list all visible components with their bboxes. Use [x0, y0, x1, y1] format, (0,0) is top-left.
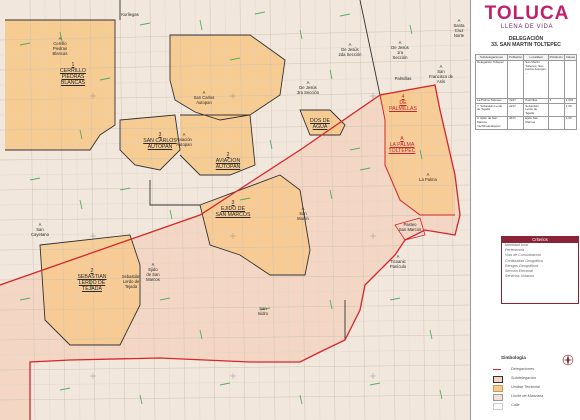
legend-label: Calle	[511, 403, 520, 407]
legend-title: Simbología	[501, 355, 526, 360]
label-dos-de-agua: DOS DE AGUA	[310, 118, 330, 130]
label-cerrillo-a: A Cerrillo Piedras Blancas	[52, 36, 68, 56]
legend-swatch	[493, 385, 503, 392]
compass-icon	[562, 354, 574, 366]
label-san-francisco: A San Francisco de Asís	[429, 64, 453, 84]
legend-swatch	[493, 376, 503, 383]
info-cell: San Martin Toltepec, San Carlos Autopan,…	[523, 59, 549, 99]
info-cell	[507, 59, 525, 99]
label-aviacion: 2 AVIACION AUTOPAN	[215, 152, 241, 170]
info-cell	[547, 115, 565, 130]
legend-swatch	[493, 403, 503, 410]
info-cell: 1.00	[563, 103, 578, 117]
info-table: Subdelegaciones Población Localidad Pobl…	[474, 54, 578, 130]
label-de-jesus-3ra: A De Jesús 3ra Sección	[296, 80, 320, 95]
brand-tagline: LLENA DE VIDA	[500, 24, 554, 30]
brand-name: TOLUCA	[484, 3, 570, 24]
delegation-heading: DELEGACIÓN 33. SAN MARTIN TOLTEPEC	[475, 36, 577, 48]
info-cell: Ejido San Marcos	[523, 115, 549, 130]
label-san-martin: A San Martin	[297, 206, 309, 221]
brand-logo: TOLUCA LLENA DE VIDA	[477, 3, 577, 31]
legend-label: Unidad Territorial	[511, 385, 540, 389]
legend-item-unidad: Unidad Territorial	[493, 384, 577, 392]
legend-item-calle: Calle	[493, 402, 577, 410]
label-pasteo: Pasteo San Marcos	[398, 222, 422, 232]
label-kuriegaas: Kurliegas	[121, 12, 139, 17]
table-row: 7. Sebastián Lerdo de Tejada 2217 Sebast…	[474, 103, 578, 117]
label-ejido-san-marcos-a: A Ejido de San Marcos	[146, 262, 160, 282]
info-cell	[547, 103, 565, 117]
info-cell: Sebastián Lerdo de Tejada	[523, 103, 549, 117]
legend-swatch	[493, 369, 501, 370]
table-row: 3. Ejido de San Marcos Yachihuacaltepec …	[474, 115, 578, 130]
label-ejido-san-marcos: 3 EJIDO DE SAN MARCOS	[215, 200, 251, 218]
info-cell: 1.00	[563, 115, 578, 130]
legend-label: Subdelegación	[511, 376, 537, 380]
table-row: Delegación Toltepec San Martin Toltepec,…	[474, 59, 578, 99]
label-aviacion-a: A Aviación Autopan	[176, 132, 192, 147]
label-santa-cruz-norte: A Santa Cruz Norte	[453, 18, 465, 38]
info-cell: 3. Ejido de San Marcos Yachihuacaltepec	[474, 115, 509, 130]
label-san-cayetano: A San Cayetano	[31, 222, 49, 237]
label-cerrillo: 1 CERRILLO PIEDRAS BLANCAS	[60, 62, 86, 86]
label-de-jesus-2da: A De Jesús 2da Sección	[338, 42, 362, 57]
label-san-carlos-a: A San Carlos Autopan	[193, 90, 215, 105]
delegation-name: 33. SAN MARTIN TOLTEPEC	[491, 42, 561, 48]
label-ticoanic: A Ticoanic Panículo	[389, 254, 407, 269]
legend-item-manzana: Límite de Manzana	[493, 393, 577, 401]
label-palmillas-a: Palmillas	[394, 76, 412, 81]
map-canvas[interactable]: Kurliegas A Cerrillo Piedras Blancas 1 C…	[0, 0, 470, 420]
label-la-palma: A La Palma	[419, 172, 437, 182]
criteria-box: Criterios Identidad local Pertenencia Ví…	[501, 236, 579, 304]
info-cell: Delegación Toltepec	[474, 59, 509, 99]
info-cell: 4671	[507, 115, 525, 130]
info-cell	[547, 59, 565, 99]
legend-label: Límite de Manzana	[511, 394, 544, 398]
info-cell: 7. Sebastián Lerdo de Tejada	[474, 103, 509, 117]
label-la-palma-toltepec: A LA PALMA TOLTEPEC	[388, 136, 416, 154]
legend-label: Delegaciones	[511, 367, 535, 371]
legend-item-delegaciones: Delegaciones	[493, 366, 577, 374]
criteria-item: Servicios Urbanos	[505, 274, 535, 279]
side-panel: TOLUCA LLENA DE VIDA DELEGACIÓN 33. SAN …	[470, 0, 580, 420]
info-cell	[563, 59, 578, 99]
legend-item-subdelegacion: Subdelegación	[493, 375, 577, 383]
info-cell: 2217	[507, 103, 525, 117]
label-lerdo: 2 SEBASTIAN LERDO DE TEJADA	[77, 268, 107, 292]
label-de-jesus-1ra: A De Jesús 1ra Sección	[391, 40, 409, 60]
legend-swatch	[493, 394, 503, 401]
label-palmillas: 4 DE PALMILLAS	[389, 94, 417, 112]
label-san-isidro: San Isidro	[257, 306, 269, 316]
